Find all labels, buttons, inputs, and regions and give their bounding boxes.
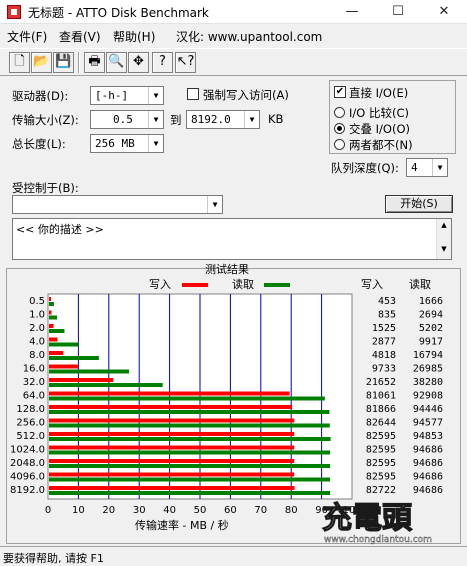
read-bar — [49, 315, 57, 320]
write-value: 81061 — [366, 391, 396, 402]
y-tick-label: 4.0 — [29, 337, 45, 348]
read-bar — [49, 410, 330, 414]
read-bar — [49, 356, 99, 360]
read-bar — [49, 477, 331, 482]
write-bar — [49, 432, 295, 436]
read-value: 94686 — [413, 485, 443, 496]
x-tick-label: 30 — [133, 505, 146, 516]
read-bar — [49, 329, 65, 333]
y-tick-label: 1024.0 — [10, 445, 45, 456]
y-tick-label: 0.5 — [29, 296, 45, 307]
y-tick-label: 8.0 — [29, 350, 45, 361]
read-value: 26985 — [413, 364, 443, 375]
write-bar — [49, 351, 64, 355]
read-value: 94577 — [413, 418, 443, 429]
write-value: 2877 — [372, 337, 396, 348]
read-value: 5202 — [419, 323, 443, 334]
read-bar — [49, 302, 54, 306]
write-bar — [49, 418, 295, 423]
column-write-header: 写入 — [361, 278, 383, 291]
read-value: 94446 — [413, 404, 443, 415]
y-tick-label: 128.0 — [16, 404, 45, 415]
x-axis-label: 传输速率 - MB / 秒 — [135, 518, 229, 532]
read-value: 92908 — [413, 391, 443, 402]
column-read-header: 读取 — [409, 277, 431, 291]
y-tick-label: 64.0 — [23, 391, 45, 402]
read-value: 9917 — [419, 337, 443, 348]
legend-write-swatch — [182, 283, 208, 287]
write-value: 4818 — [372, 350, 396, 361]
write-value: 1525 — [372, 323, 396, 334]
write-value: 81866 — [366, 404, 396, 415]
watermark-brand: 充電頭 — [322, 501, 413, 536]
read-bar — [49, 342, 79, 347]
write-value: 835 — [378, 310, 396, 321]
write-value: 82595 — [366, 431, 396, 442]
read-value: 16794 — [413, 350, 443, 361]
write-value: 21652 — [366, 377, 396, 388]
write-value: 82722 — [366, 485, 396, 496]
write-bar — [49, 310, 52, 315]
y-tick-label: 256.0 — [16, 418, 45, 429]
read-bar — [49, 396, 325, 401]
write-bar — [49, 405, 293, 409]
read-value: 38280 — [413, 377, 443, 388]
x-tick-label: 40 — [163, 505, 176, 516]
write-bar — [49, 297, 51, 301]
write-value: 82644 — [366, 418, 396, 429]
write-value: 82595 — [366, 445, 396, 456]
read-value: 1666 — [419, 296, 443, 307]
y-tick-label: 1.0 — [29, 310, 45, 321]
read-bar — [49, 450, 331, 455]
write-bar — [49, 337, 58, 342]
write-bar — [49, 364, 78, 369]
write-bar — [49, 486, 295, 490]
x-tick-label: 70 — [254, 505, 267, 516]
status-bar: 要获得帮助, 请按 F1 — [0, 546, 467, 566]
y-tick-label: 32.0 — [23, 377, 45, 388]
watermark-logo: 充電頭 www.chongdiantou.com — [321, 500, 432, 545]
x-tick-label: 60 — [224, 505, 237, 516]
write-bar — [49, 445, 295, 450]
write-bar — [49, 391, 290, 396]
y-tick-label: 2.0 — [29, 323, 45, 334]
x-tick-label: 50 — [194, 505, 207, 516]
y-tick-label: 2048.0 — [10, 458, 45, 469]
write-value: 82595 — [366, 472, 396, 483]
read-value: 94686 — [413, 472, 443, 483]
write-value: 453 — [378, 296, 396, 307]
y-tick-label: 4096.0 — [10, 472, 45, 483]
x-tick-label: 0 — [45, 505, 51, 516]
read-value: 94686 — [413, 445, 443, 456]
y-tick-label: 8192.0 — [10, 485, 45, 496]
x-tick-label: 20 — [102, 505, 115, 516]
results-title: 测试结果 — [205, 263, 249, 276]
read-bar — [49, 464, 331, 468]
write-value: 82595 — [366, 458, 396, 469]
read-bar — [49, 437, 331, 441]
read-bar — [49, 423, 330, 428]
read-bar — [49, 491, 331, 495]
x-tick-label: 10 — [72, 505, 85, 516]
write-bar — [49, 378, 114, 382]
write-bar — [49, 459, 295, 463]
write-bar — [49, 324, 54, 328]
legend-read-label: 读取 — [232, 277, 254, 291]
read-value: 2694 — [419, 310, 443, 321]
x-tick-label: 80 — [285, 505, 298, 516]
y-tick-label: 16.0 — [23, 364, 45, 375]
watermark-url: www.chongdiantou.com — [324, 535, 432, 545]
legend-read-swatch — [264, 283, 290, 287]
write-bar — [49, 472, 295, 477]
status-text: 要获得帮助, 请按 F1 — [3, 552, 104, 565]
results-chart: 0 10 20 30 40 50 60 70 80 90 1000.5 453 16661.0 835 26… — [10, 263, 443, 532]
read-value: 94853 — [413, 431, 443, 442]
read-value: 94686 — [413, 458, 443, 469]
y-tick-label: 512.0 — [16, 431, 45, 442]
write-value: 9733 — [372, 364, 396, 375]
legend-write-label: 写入 — [149, 278, 171, 291]
read-bar — [49, 383, 163, 387]
read-bar — [49, 369, 130, 374]
